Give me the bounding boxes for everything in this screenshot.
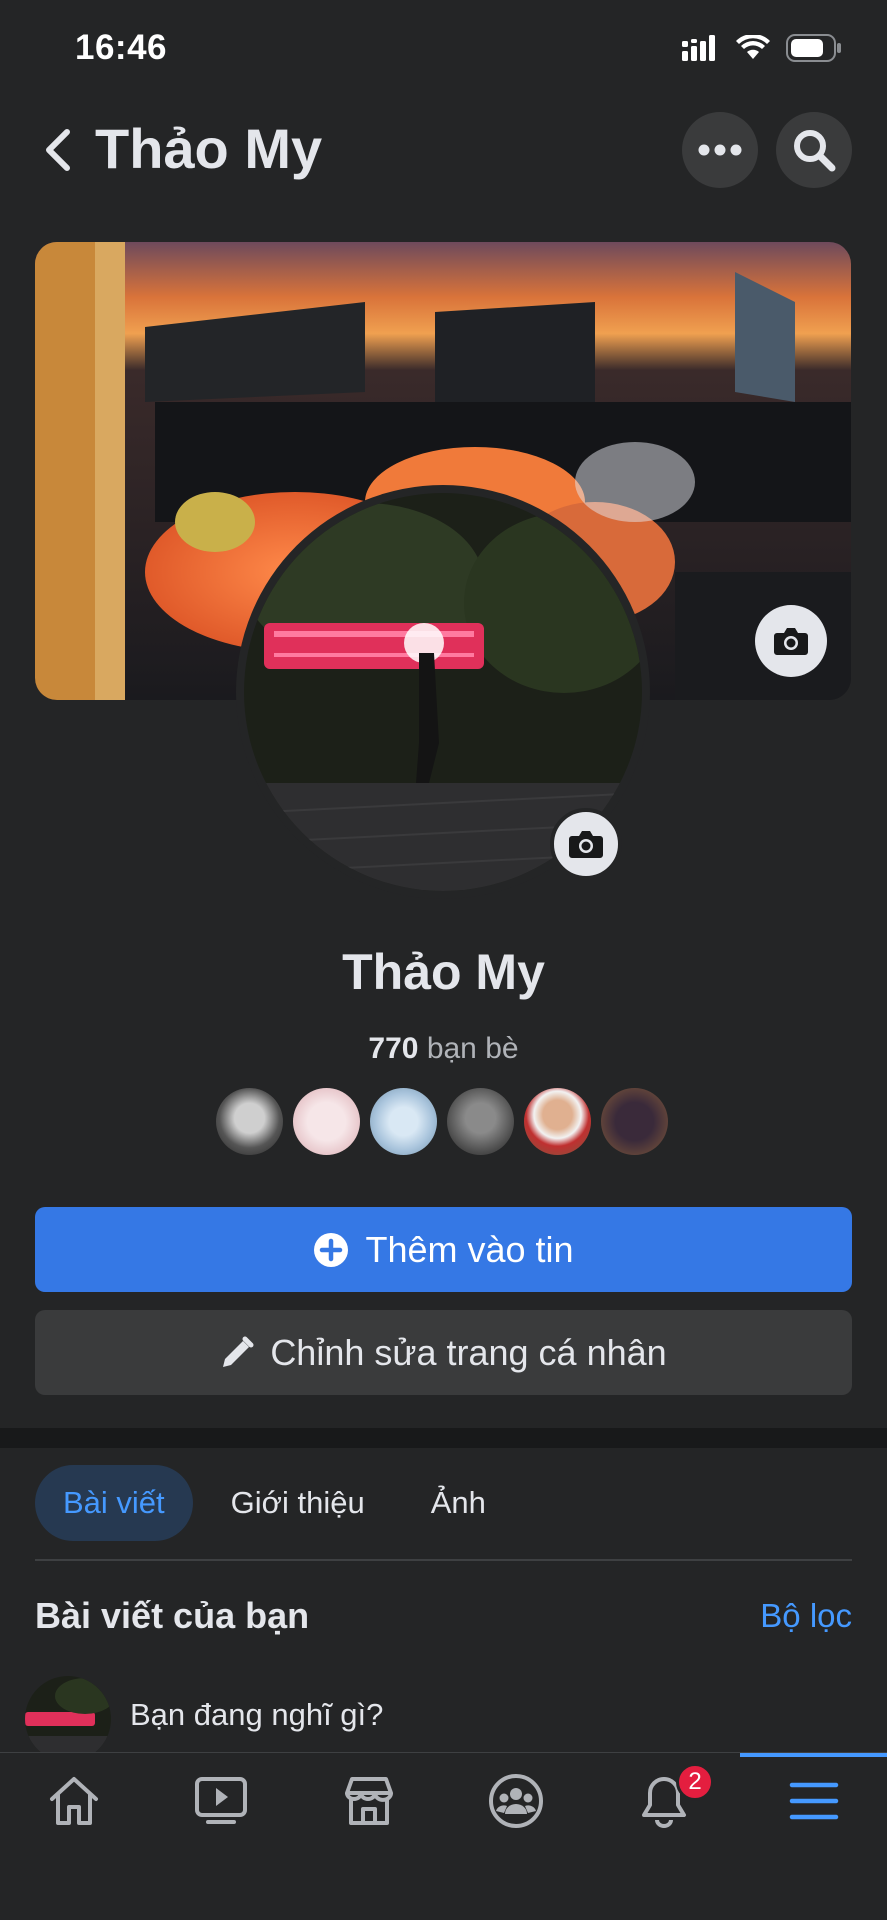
filter-link[interactable]: Bộ lọc: [760, 1597, 852, 1635]
add-to-story-label: Thêm vào tin: [365, 1228, 574, 1270]
tab-photos[interactable]: Ảnh: [403, 1465, 514, 1541]
nav-groups[interactable]: [442, 1753, 589, 1848]
watch-icon: [194, 1776, 247, 1824]
nav-marketplace[interactable]: [295, 1753, 442, 1848]
friend-avatar[interactable]: [447, 1088, 514, 1155]
tab-posts[interactable]: Bài viết: [35, 1465, 193, 1541]
edit-cover-button[interactable]: [755, 605, 827, 677]
tabs-divider: [35, 1559, 852, 1561]
edit-profile-label: Chỉnh sửa trang cá nhân: [270, 1331, 667, 1373]
more-dots-icon: [698, 144, 742, 156]
groups-icon: [488, 1773, 543, 1828]
section-divider: [0, 1428, 887, 1448]
camera-icon: [569, 831, 603, 858]
friend-avatar[interactable]: [293, 1088, 360, 1155]
edit-profile-button[interactable]: Chỉnh sửa trang cá nhân: [35, 1310, 852, 1395]
battery-icon: [786, 34, 841, 62]
composer-avatar[interactable]: [25, 1676, 111, 1762]
composer-placeholder[interactable]: Bạn đang nghĩ gì?: [130, 1697, 383, 1733]
page-title: Thảo My: [95, 117, 323, 180]
chevron-left-icon: [46, 129, 70, 171]
nav-home[interactable]: [0, 1753, 147, 1848]
status-time: 16:46: [75, 28, 168, 67]
status-icons: [682, 34, 842, 62]
notification-badge: 2: [676, 1763, 714, 1801]
posts-section-title: Bài viết của bạn: [35, 1595, 310, 1636]
more-options-button[interactable]: [682, 112, 758, 188]
add-to-story-button[interactable]: Thêm vào tin: [35, 1207, 852, 1292]
nav-menu[interactable]: [740, 1753, 887, 1848]
signal-icon: [682, 35, 715, 61]
bottom-nav: 2: [0, 1752, 887, 1920]
friends-count-number: 770: [368, 1032, 419, 1065]
nav-notifications[interactable]: 2: [590, 1753, 737, 1848]
tab-about[interactable]: Giới thiệu: [203, 1465, 393, 1541]
friends-count[interactable]: 770 bạn bè: [0, 1032, 887, 1066]
profile-name: Thảo My: [342, 944, 545, 1000]
friend-avatar[interactable]: [216, 1088, 283, 1155]
plus-circle-icon: [314, 1232, 349, 1267]
wifi-icon: [736, 35, 770, 59]
profile-tabs: Bài viết Giới thiệu Ảnh: [35, 1465, 514, 1541]
friend-avatar[interactable]: [370, 1088, 437, 1155]
pencil-icon: [223, 1336, 254, 1367]
search-icon: [794, 130, 836, 172]
home-icon: [49, 1776, 98, 1825]
menu-icon: [789, 1782, 838, 1819]
marketplace-icon: [344, 1776, 393, 1825]
friends-count-label: bạn bè: [426, 1032, 519, 1065]
edit-avatar-button[interactable]: [550, 808, 622, 880]
top-bar: Thảo My: [0, 100, 887, 200]
friend-avatars: [216, 1088, 668, 1155]
friend-avatar[interactable]: [601, 1088, 668, 1155]
status-bar: 16:46: [0, 0, 887, 100]
nav-watch[interactable]: [147, 1753, 294, 1848]
search-button[interactable]: [776, 112, 852, 188]
back-button[interactable]: [28, 120, 88, 180]
camera-icon: [774, 628, 808, 655]
friend-avatar[interactable]: [524, 1088, 591, 1155]
